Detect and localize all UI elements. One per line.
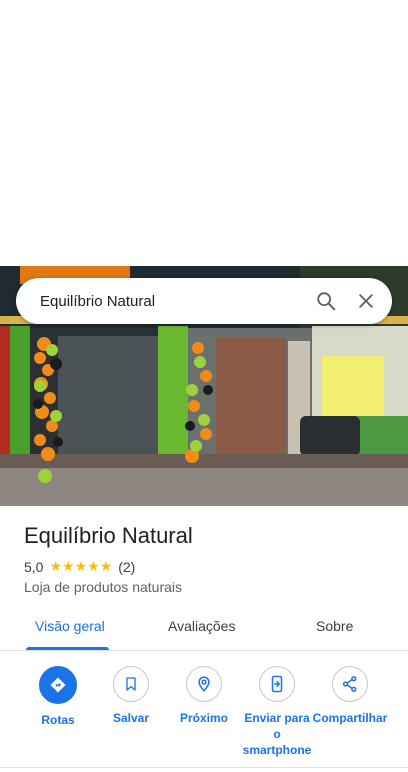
send-to-phone-label: Enviar para o smartphone xyxy=(242,711,312,757)
review-count[interactable]: (2) xyxy=(118,559,135,575)
save-button[interactable]: Salvar xyxy=(93,666,169,726)
directions-button[interactable]: Rotas xyxy=(20,666,96,728)
send-to-phone-button[interactable]: Enviar para o smartphone xyxy=(239,666,315,758)
share-button[interactable]: Compartilhar xyxy=(312,666,388,726)
rating-row[interactable]: 5,0 ★★★★★ (2) xyxy=(24,558,135,575)
send-to-phone-icon[interactable] xyxy=(259,666,295,702)
save-label: Salvar xyxy=(112,711,150,725)
search-query[interactable]: Equilíbrio Natural xyxy=(40,293,306,310)
nearby-button[interactable]: Próximo xyxy=(166,666,242,726)
nearby-label: Próximo xyxy=(179,711,228,725)
tab-bar: Visão geral Avaliações Sobre xyxy=(0,606,408,651)
bookmark-icon[interactable] xyxy=(113,666,149,702)
place-category[interactable]: Loja de produtos naturais xyxy=(24,579,182,595)
share-icon[interactable] xyxy=(332,666,368,702)
clear-search-button[interactable] xyxy=(346,281,386,321)
share-label: Compartilhar xyxy=(312,711,388,725)
search-icon xyxy=(317,292,336,311)
nearby-icon[interactable] xyxy=(186,666,222,702)
active-tab-indicator xyxy=(26,647,109,650)
tab-overview[interactable]: Visão geral xyxy=(35,618,105,634)
directions-icon[interactable] xyxy=(39,666,77,704)
place-title: Equilíbrio Natural xyxy=(24,523,193,548)
star-rating-icon: ★★★★★ xyxy=(49,558,113,574)
close-icon xyxy=(359,294,373,308)
tab-reviews[interactable]: Avaliações xyxy=(168,618,235,634)
section-divider xyxy=(0,767,408,768)
search-bar[interactable]: Equilíbrio Natural xyxy=(16,278,392,324)
rating-value: 5,0 xyxy=(24,558,44,575)
directions-label: Rotas xyxy=(41,713,75,727)
tab-about[interactable]: Sobre xyxy=(316,618,353,634)
search-button[interactable] xyxy=(306,281,346,321)
